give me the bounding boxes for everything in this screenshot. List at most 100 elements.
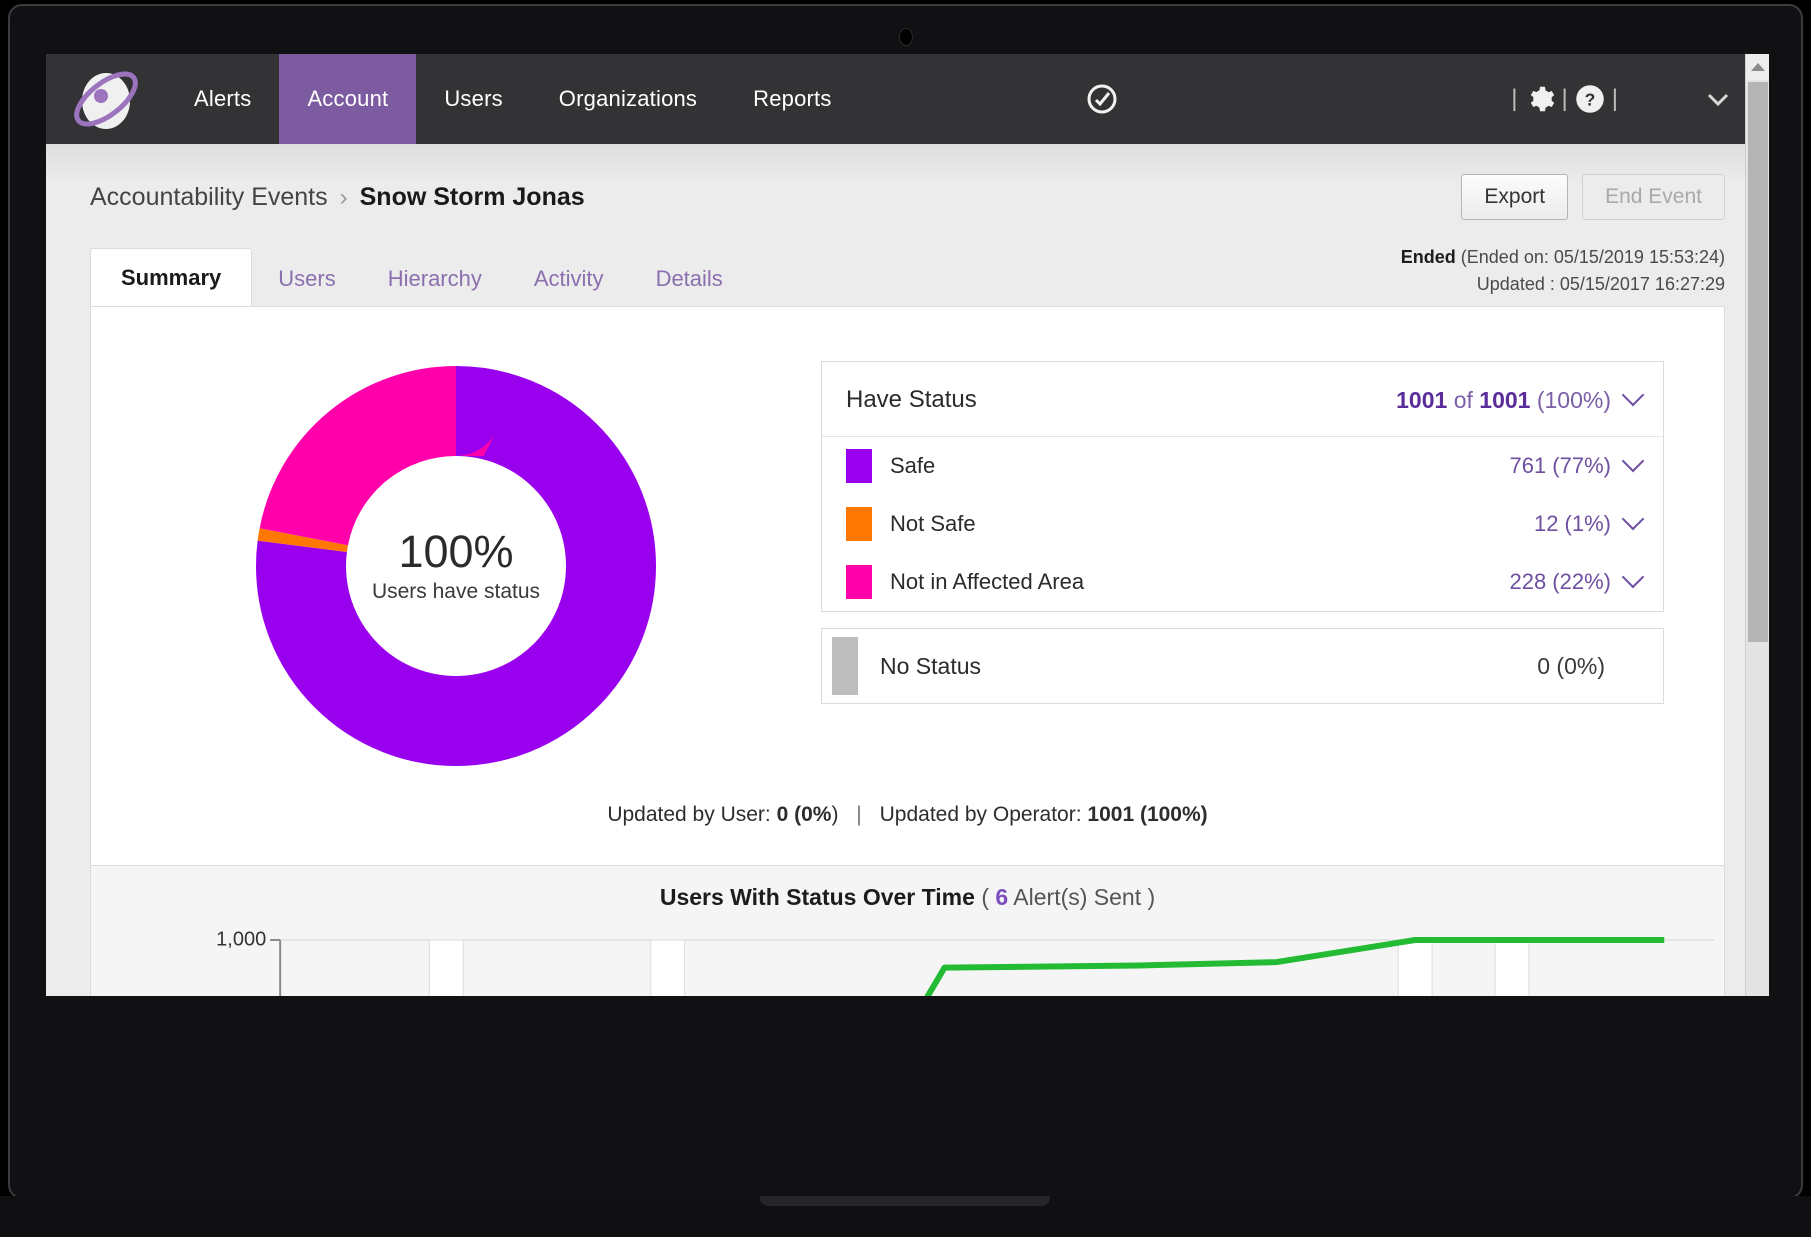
clock-check-icon[interactable] [1084, 81, 1120, 117]
nav-center-region [860, 54, 1505, 144]
breadcrumb-bar: Accountability Events › Snow Storm Jonas… [90, 144, 1725, 220]
nav-item-label: Alerts [194, 86, 251, 112]
status-chevron-down-icon-safe[interactable] [1622, 450, 1645, 473]
tab-users[interactable]: Users [252, 250, 361, 306]
y-axis-tick-label: 1,000 [216, 929, 266, 952]
status-row-not-in-affected-area[interactable]: Not in Affected Area 228 (22%) [822, 553, 1663, 611]
chart-subtitle: ( 6 Alert(s) Sent ) [981, 884, 1155, 910]
users-with-status-over-time-card: Users With Status Over Time ( 6 Alert(s)… [90, 866, 1725, 996]
tab-details[interactable]: Details [630, 250, 749, 306]
gear-icon[interactable] [1525, 84, 1555, 114]
tab-label: Activity [534, 266, 604, 291]
camera-dot [899, 28, 913, 46]
status-color-swatch-safe [846, 449, 872, 483]
page-scrollbar[interactable] [1745, 54, 1769, 996]
status-value-not-safe: 12 (1%) [1534, 511, 1641, 537]
page-title: Snow Storm Jonas [360, 183, 585, 212]
event-status-line: Ended (Ended on: 05/15/2019 15:53:24) [1401, 244, 1725, 271]
tab-bar: Summary Users Hierarchy Activity Details [90, 244, 1725, 306]
breadcrumb-separator-icon: › [340, 184, 348, 212]
alerts-sent-count: 6 [995, 884, 1008, 910]
page-actions: Export End Event [1461, 174, 1725, 220]
breadcrumb-root-link[interactable]: Accountability Events [90, 183, 328, 212]
tabs: Summary Users Hierarchy Activity Details [90, 247, 749, 306]
series-line-users-with-status[interactable] [280, 940, 1664, 996]
status-value-safe: 761 (77%) [1509, 453, 1641, 479]
page-content: Accountability Events › Snow Storm Jonas… [46, 144, 1769, 996]
nav-item-label: Users [444, 86, 502, 112]
event-updated: Updated : 05/15/2017 16:27:29 [1401, 271, 1725, 298]
event-ended-on: (Ended on: 05/15/2019 15:53:24) [1461, 247, 1725, 267]
no-status-value: 0 (0%) [1537, 653, 1641, 680]
updated-by-user-label: Updated by User: [607, 803, 770, 826]
updated-by-user-value: 0 (0% [777, 803, 832, 826]
have-status-chevron-down-icon[interactable] [1622, 384, 1645, 407]
end-event-button: End Event [1582, 174, 1725, 220]
event-status-block: Ended (Ended on: 05/15/2019 15:53:24) Up… [1401, 244, 1725, 306]
donut-chart-column: 100% Users have status [91, 339, 821, 793]
alert-marker-band[interactable] [1398, 940, 1432, 996]
status-label-safe: Safe [890, 453, 1509, 479]
have-status-percent: (100%) [1537, 387, 1611, 413]
status-value-text: 761 (77%) [1509, 453, 1611, 479]
tab-label: Users [278, 266, 335, 291]
app-logo[interactable] [46, 54, 166, 144]
tab-label: Details [656, 266, 723, 291]
status-label-not-in-affected-area: Not in Affected Area [890, 569, 1509, 595]
nav-item-users[interactable]: Users [416, 54, 530, 144]
nav-item-reports[interactable]: Reports [725, 54, 859, 144]
have-status-header: Have Status 1001 of 1001 (100%) [822, 362, 1663, 437]
nav-item-label: Organizations [559, 86, 697, 112]
nav-item-account[interactable]: Account [279, 54, 416, 144]
account-menu-chevron-down-icon[interactable] [1703, 88, 1733, 110]
export-button[interactable]: Export [1461, 174, 1568, 220]
scrollbar-thumb[interactable] [1748, 82, 1768, 642]
no-status-label: No Status [880, 653, 1537, 680]
tab-activity[interactable]: Activity [508, 250, 630, 306]
breadcrumb: Accountability Events › Snow Storm Jonas [90, 183, 585, 212]
alert-marker-band[interactable] [651, 940, 685, 996]
summary-top-region: 100% Users have status Have Status 1001 [91, 307, 1724, 793]
nav-item-organizations[interactable]: Organizations [531, 54, 725, 144]
summary-card: 100% Users have status Have Status 1001 [90, 306, 1725, 866]
have-status-total: 1001 [1479, 387, 1530, 413]
tab-label: Hierarchy [388, 266, 482, 291]
nav-separator: | [1504, 85, 1524, 113]
line-chart-svg [91, 928, 1724, 996]
updated-by-user-close: ) [831, 803, 838, 826]
line-chart-plot: 1,000800 [91, 928, 1724, 996]
status-color-swatch-no-status [832, 637, 858, 695]
device-base-lip [760, 1196, 1050, 1206]
nav-item-alerts[interactable]: Alerts [166, 54, 279, 144]
alert-marker-band[interactable] [429, 940, 463, 996]
status-color-swatch-not-safe [846, 507, 872, 541]
scrollbar-caret-up-icon[interactable] [1746, 54, 1769, 80]
svg-text:?: ? [1584, 89, 1595, 109]
chart-title: Users With Status Over Time ( 6 Alert(s)… [91, 866, 1724, 911]
donut-chart: 100% Users have status [256, 366, 656, 766]
status-row-not-safe[interactable]: Not Safe 12 (1%) [822, 495, 1663, 553]
tab-hierarchy[interactable]: Hierarchy [362, 250, 508, 306]
browser-viewport: Alerts Account Users Organizations Repor… [46, 54, 1769, 996]
have-status-count: 1001 of 1001 (100%) [1396, 387, 1641, 414]
status-value-text: 228 (22%) [1509, 569, 1611, 595]
nav-right-region: | | ? | [1504, 54, 1769, 144]
status-label-not-safe: Not Safe [890, 511, 1534, 537]
tab-summary[interactable]: Summary [90, 248, 252, 307]
device-frame: Alerts Account Users Organizations Repor… [8, 4, 1803, 1199]
nav-separator: | [1605, 85, 1625, 113]
alert-marker-band[interactable] [1495, 940, 1529, 996]
have-status-label: Have Status [846, 386, 977, 414]
status-chevron-down-icon-not-safe[interactable] [1622, 508, 1645, 531]
status-chevron-down-icon-not-in-affected-area[interactable] [1622, 566, 1645, 589]
nav-item-label: Account [307, 86, 388, 112]
status-color-swatch-not-in-affected-area [846, 565, 872, 599]
status-row-safe[interactable]: Safe 761 (77%) [822, 437, 1663, 495]
help-icon[interactable]: ? [1575, 84, 1605, 114]
have-status-value: 1001 [1396, 387, 1447, 413]
updated-by-divider: | [844, 803, 873, 826]
top-navigation-bar: Alerts Account Users Organizations Repor… [46, 54, 1769, 144]
have-status-panel: Have Status 1001 of 1001 (100%) [821, 361, 1664, 612]
donut-chart-svg [256, 366, 656, 766]
tab-label: Summary [121, 265, 221, 290]
